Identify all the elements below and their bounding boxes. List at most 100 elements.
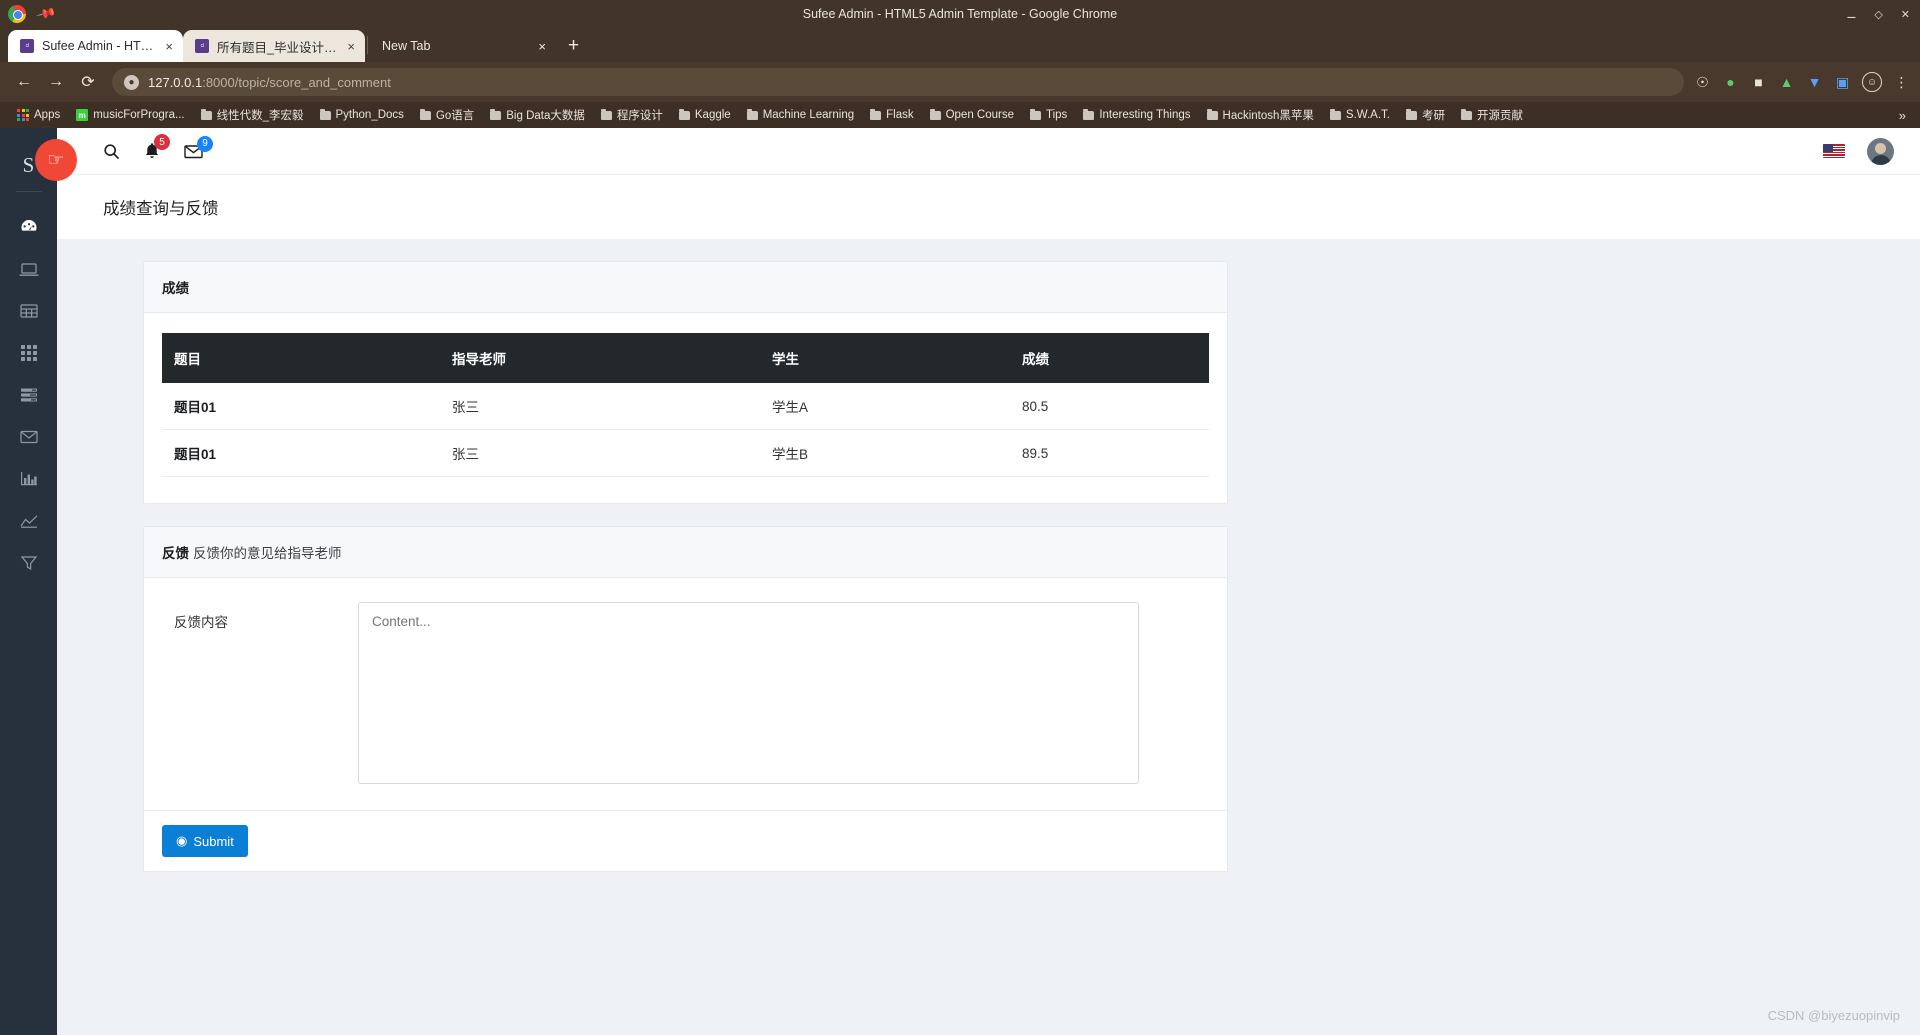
- tab-title: Sufee Admin - HTML5 Admin: [42, 39, 158, 53]
- bookmark-hackintosh[interactable]: Hackintosh黑苹果: [1200, 105, 1321, 125]
- bookmark-kaggle[interactable]: Kaggle: [672, 107, 738, 123]
- extension-puzzle-icon[interactable]: ●: [1722, 74, 1739, 91]
- site-info-icon[interactable]: ●: [124, 74, 139, 90]
- bookmark-tips[interactable]: Tips: [1023, 107, 1074, 123]
- grades-table-head: 题目 指导老师 学生 成绩: [162, 333, 1209, 383]
- bookmark-music[interactable]: m musicForProgra...: [69, 107, 191, 123]
- bookmark-open-course[interactable]: Open Course: [923, 107, 1021, 123]
- bookmark-kaoyan[interactable]: 考研: [1399, 105, 1452, 125]
- sidebar-brand[interactable]: S: [23, 150, 35, 186]
- table-row: 题目01 张三 学生A 80.5: [162, 383, 1209, 430]
- messages-envelope-icon[interactable]: 9: [184, 135, 213, 159]
- notifications-badge: 5: [154, 134, 170, 150]
- address-bar[interactable]: ● 127.0.0.1:8000/topic/score_and_comment: [112, 68, 1684, 96]
- palette-icon[interactable]: ▲: [1778, 74, 1795, 91]
- menu-icon[interactable]: ⋮: [1893, 74, 1910, 91]
- bookmark-label: Interesting Things: [1099, 109, 1191, 121]
- shield-icon[interactable]: ☉: [1694, 74, 1711, 91]
- tab-close-icon[interactable]: ×: [538, 40, 546, 53]
- grades-card-header: 成绩: [144, 262, 1227, 313]
- minimize-button[interactable]: ⚊: [1846, 8, 1856, 21]
- tab-close-icon[interactable]: ×: [347, 40, 355, 53]
- topbar-actions: 5 9: [103, 134, 213, 160]
- tab-divider: [367, 36, 368, 54]
- bookmark-opensource[interactable]: 开源贡献: [1454, 105, 1530, 125]
- feedback-textarea[interactable]: [358, 602, 1139, 784]
- bookmark-apps[interactable]: Apps: [10, 107, 67, 123]
- sidebar-item-dashboard[interactable]: [0, 206, 57, 248]
- grades-card-title: 成绩: [162, 281, 189, 296]
- apps-grid-icon: [17, 109, 29, 121]
- cell-teacher: 张三: [442, 429, 762, 477]
- bookmark-interesting-things[interactable]: Interesting Things: [1076, 107, 1197, 123]
- bookmark-label: Flask: [886, 109, 914, 121]
- sidebar-item-filter[interactable]: [0, 542, 57, 584]
- bookmark-go[interactable]: Go语言: [413, 105, 481, 125]
- app-topbar: 5 9: [57, 128, 1920, 175]
- table-header-row: 题目 指导老师 学生 成绩: [162, 333, 1209, 383]
- sidebar-item-tables[interactable]: [0, 290, 57, 332]
- bookmark-linear-algebra[interactable]: 线性代数_李宏毅: [194, 105, 311, 125]
- bookmark-flask[interactable]: Flask: [863, 107, 920, 123]
- bookmark-label: 程序设计: [616, 110, 663, 122]
- folder-icon: [870, 108, 882, 120]
- sidebar-item-maps[interactable]: [0, 500, 57, 542]
- sidebar-item-mailbox[interactable]: [0, 416, 57, 458]
- bookmark-machine-learning[interactable]: Machine Learning: [740, 107, 861, 123]
- bookmark-bigdata[interactable]: Big Data大数据: [483, 105, 592, 125]
- speedometer-icon: [19, 217, 39, 237]
- pin-icon[interactable]: 📌: [35, 3, 58, 25]
- bookmarks-bar: Apps m musicForProgra... 线性代数_李宏毅 Python…: [0, 102, 1920, 128]
- page-viewport: S ☞ 5 9 成绩查询与反馈 成绩 题目 指导老师 学生 成绩 题目01 张三…: [0, 128, 1920, 1035]
- sidebar-item-ui-elements[interactable]: [0, 248, 57, 290]
- maximize-button[interactable]: ◇: [1874, 8, 1882, 21]
- cast-icon[interactable]: ▣: [1834, 74, 1851, 91]
- window-titlebar: 📌 Sufee Admin - HTML5 Admin Template - G…: [0, 0, 1920, 28]
- bookmark-programming[interactable]: 程序设计: [594, 105, 670, 125]
- bookmark-label: 线性代数_李宏毅: [216, 110, 304, 122]
- avatar[interactable]: [1867, 137, 1894, 165]
- bookmark-swat[interactable]: S.W.A.T.: [1323, 107, 1397, 123]
- feedback-card: 反馈反馈你的意见给指导老师 反馈内容 ◉ Submit: [143, 526, 1228, 872]
- sidebar-item-forms[interactable]: [0, 374, 57, 416]
- folder-icon: [1329, 108, 1341, 120]
- profile-icon[interactable]: ☺: [1862, 72, 1882, 92]
- envelope-icon: [19, 429, 39, 445]
- tab-strip: cl Sufee Admin - HTML5 Admin × cl 所有题目_毕…: [0, 28, 1920, 62]
- feedback-field-label: 反馈内容: [174, 615, 228, 630]
- app-sidebar: S ☞: [0, 128, 77, 1035]
- folder-icon: [490, 108, 502, 120]
- close-window-button[interactable]: ✕: [1901, 8, 1910, 21]
- download-icon[interactable]: ▼: [1806, 74, 1823, 91]
- tab-1[interactable]: cl 所有题目_毕业设计系统 ×: [183, 30, 365, 62]
- bookmark-label: Hackintosh黑苹果: [1222, 110, 1314, 122]
- tab-2[interactable]: New Tab ×: [370, 30, 556, 62]
- tab-title: New Tab: [382, 39, 431, 53]
- sidebar-item-charts[interactable]: [0, 458, 57, 500]
- back-button[interactable]: ←: [10, 68, 38, 96]
- reload-button[interactable]: ⟳: [74, 68, 102, 96]
- bookmarks-overflow-icon[interactable]: »: [1899, 108, 1910, 123]
- laptop-icon: [18, 259, 40, 279]
- search-icon[interactable]: [103, 143, 120, 160]
- folder-icon: [1030, 108, 1041, 120]
- new-tab-button[interactable]: +: [568, 35, 579, 57]
- bookmark-python-docs[interactable]: Python_Docs: [313, 107, 411, 123]
- address-bar-text: 127.0.0.1:8000/topic/score_and_comment: [148, 75, 391, 90]
- feedback-card-title: 反馈: [162, 546, 189, 561]
- cell-topic: 题目01: [162, 383, 442, 430]
- folder-icon: [1206, 108, 1218, 120]
- forward-button[interactable]: →: [42, 68, 70, 96]
- window-controls: ⚊ ◇ ✕: [1846, 8, 1910, 21]
- chrome-logo-icon: [8, 5, 26, 23]
- bookmark-label: S.W.A.T.: [1345, 109, 1390, 121]
- submit-button[interactable]: ◉ Submit: [162, 825, 248, 857]
- tab-0[interactable]: cl Sufee Admin - HTML5 Admin ×: [8, 30, 183, 62]
- folder-icon: [1083, 108, 1095, 120]
- us-flag-icon[interactable]: [1823, 144, 1845, 158]
- tab-close-icon[interactable]: ×: [165, 40, 173, 53]
- sidebar-item-components[interactable]: [0, 332, 57, 374]
- notifications-bell-icon[interactable]: 5: [144, 134, 170, 160]
- briefcase-icon[interactable]: ■: [1750, 74, 1767, 91]
- url-host: 127.0.0.1: [148, 74, 203, 90]
